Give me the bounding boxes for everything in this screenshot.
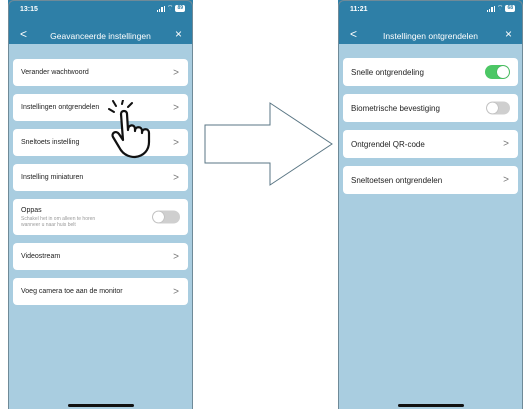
page-title: Geavanceerde instellingen (50, 31, 151, 41)
toggle-knob (497, 66, 509, 78)
close-icon[interactable]: × (505, 28, 512, 40)
settings-item-quick-unlock: Snelle ontgrendeling (343, 58, 518, 86)
settings-item-label: Snelle ontgrendeling (351, 67, 424, 77)
settings-item-label: Ontgrendel QR-code (351, 139, 425, 149)
settings-item-videostream[interactable]: Videostream > (13, 243, 188, 270)
biometric-toggle[interactable] (486, 101, 510, 115)
toggle-knob (487, 102, 498, 114)
chevron-right-icon: > (503, 138, 509, 150)
chevron-right-icon: > (173, 67, 179, 78)
chevron-right-icon: > (503, 174, 509, 186)
settings-item-label: Verander wachtwoord (21, 69, 89, 76)
right-arrow-icon (204, 102, 333, 186)
wifi-icon: ⌔ (496, 4, 504, 12)
settings-item-label: Videostream (21, 253, 61, 260)
settings-item-label: Instelling miniaturen (21, 174, 84, 181)
status-time: 11:21 (350, 6, 368, 13)
app-header: 13:15 ⌔ 89 < Geavanceerde instellingen × (8, 0, 193, 44)
home-indicator (397, 404, 464, 407)
settings-item-change-password[interactable]: Verander wachtwoord > (13, 59, 188, 86)
chevron-right-icon: > (173, 251, 179, 262)
settings-item-label: Instellingen ontgrendelen (21, 104, 100, 111)
tap-hand-icon (108, 100, 151, 159)
settings-item-label: Voeg camera toe aan de monitor (21, 288, 123, 295)
chevron-right-icon: > (173, 102, 179, 113)
app-header: 11:21 ⌔ 68 < Instellingen ontgrendelen × (338, 0, 523, 44)
status-icons: ⌔ 68 (486, 4, 515, 12)
toggle-knob (153, 211, 164, 223)
close-icon[interactable]: × (175, 28, 182, 40)
right-phone-screen: 11:21 ⌔ 68 < Instellingen ontgrendelen ×… (338, 0, 523, 409)
status-icons: ⌔ 89 (156, 4, 185, 12)
battery-icon: 89 (175, 5, 185, 12)
settings-item-thumbnail-setting[interactable]: Instelling miniaturen > (13, 164, 188, 191)
chevron-right-icon: > (173, 286, 179, 297)
status-time: 13:15 (20, 6, 38, 13)
page-title: Instellingen ontgrendelen (383, 31, 478, 41)
signal-icon (156, 5, 165, 12)
signal-icon (486, 5, 495, 12)
settings-item-qr-unlock[interactable]: Ontgrendel QR-code > (343, 130, 518, 158)
home-indicator (67, 404, 134, 407)
settings-item-add-camera[interactable]: Voeg camera toe aan de monitor > (13, 278, 188, 305)
settings-item-description: Schakel het in om alleen te horen wannee… (21, 215, 96, 228)
settings-item-label: Biometrische bevestiging (351, 103, 440, 113)
chevron-right-icon: > (173, 172, 179, 183)
settings-list: Verander wachtwoord > Instellingen ontgr… (13, 59, 188, 313)
settings-item-shortcut-unlock[interactable]: Sneltoetsen ontgrendelen > (343, 166, 518, 194)
settings-item-label: Sneltoetsen ontgrendelen (351, 175, 443, 185)
unlock-settings-list: Snelle ontgrendeling Biometrische bevest… (343, 58, 518, 202)
settings-item-label: Sneltoets instelling (21, 139, 80, 146)
left-phone-screen: 13:15 ⌔ 89 < Geavanceerde instellingen ×… (8, 0, 193, 409)
battery-icon: 68 (505, 5, 515, 12)
quick-unlock-toggle[interactable] (485, 65, 510, 79)
settings-item-biometric: Biometrische bevestiging (343, 94, 518, 122)
settings-item-babysitter: Oppas Schakel het in om alleen te horen … (13, 199, 188, 235)
wifi-icon: ⌔ (166, 4, 174, 12)
babysitter-toggle[interactable] (152, 210, 180, 224)
settings-item-label: Oppas (21, 206, 42, 214)
chevron-right-icon: > (173, 137, 179, 148)
